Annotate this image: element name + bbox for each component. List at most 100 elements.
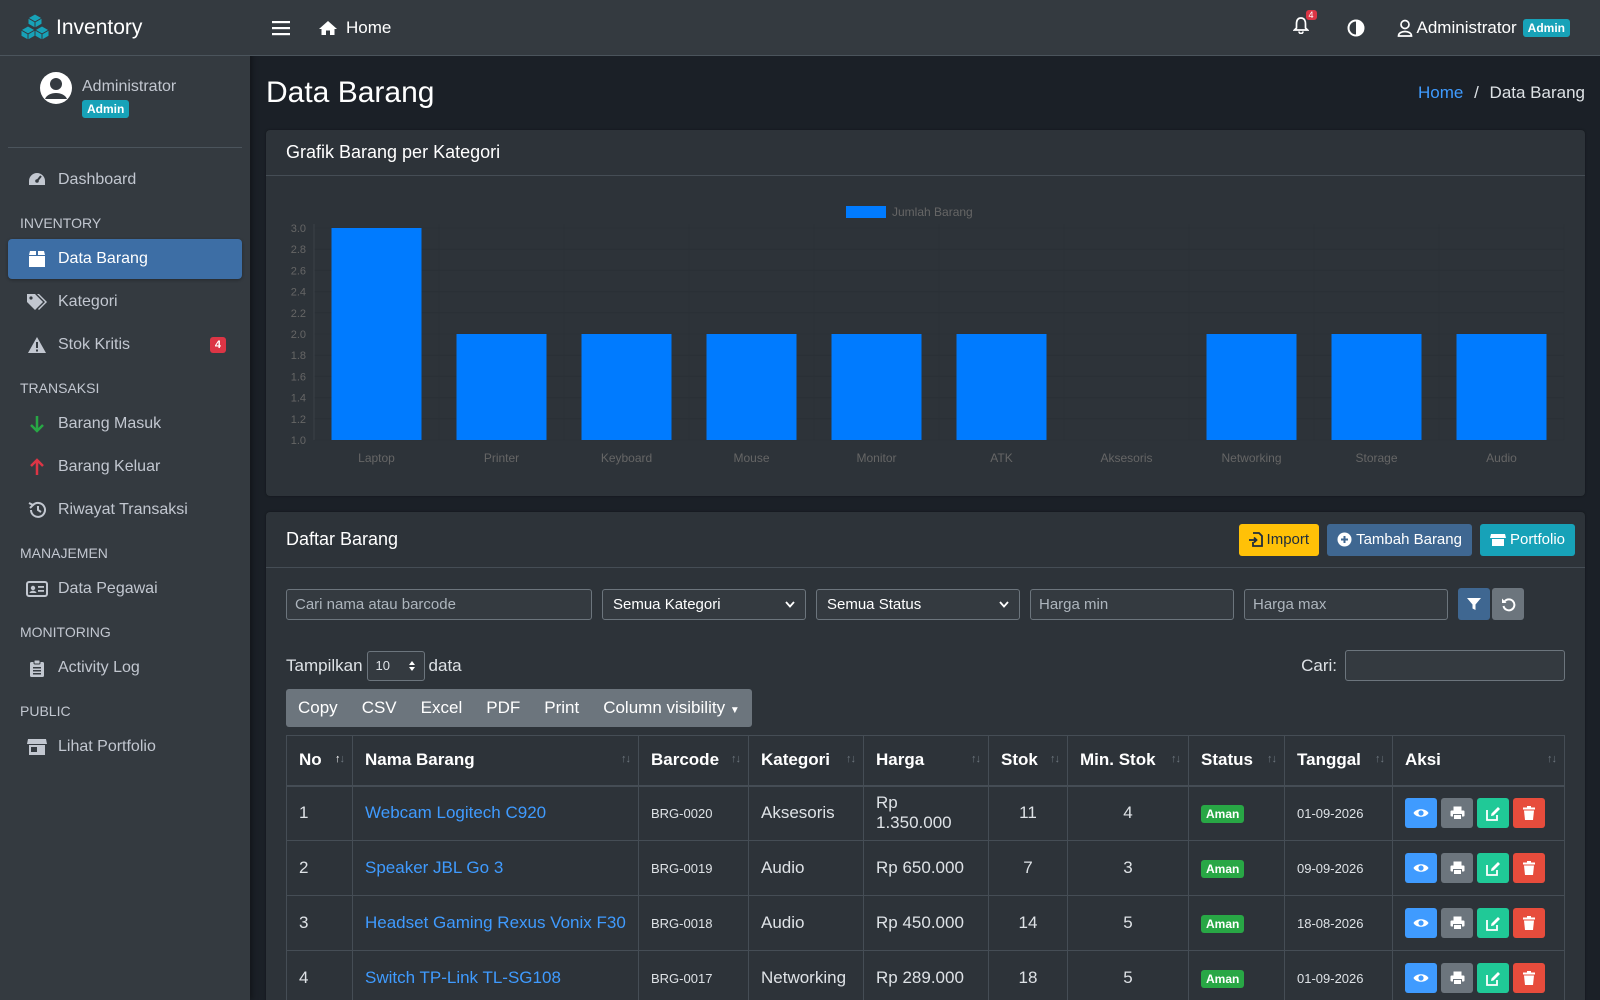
col-header-harga[interactable]: Harga ↑↓ <box>863 735 989 787</box>
item-name-link[interactable]: Switch TP-Link TL-SG108 <box>352 950 639 1000</box>
reset-filter-button[interactable] <box>1492 588 1524 620</box>
id-card-icon <box>26 580 48 598</box>
user-icon <box>1397 19 1412 37</box>
store-icon <box>26 738 48 756</box>
view-button[interactable] <box>1405 963 1437 993</box>
sidebar-item-riwayat-transaksi[interactable]: Riwayat Transaksi <box>8 490 242 530</box>
delete-button[interactable] <box>1513 908 1545 938</box>
item-name-link[interactable]: Webcam Logitech C920 <box>352 785 639 841</box>
item-name-link[interactable]: Headset Gaming Rexus Vonix F30 <box>352 895 639 951</box>
notification-bell[interactable]: 4 <box>1291 10 1317 39</box>
portfolio-button[interactable]: Portfolio <box>1479 523 1575 556</box>
edit-button[interactable] <box>1477 908 1509 938</box>
y-tick-label: 2.6 <box>291 265 306 277</box>
notification-count: 4 <box>1305 10 1317 20</box>
pdf-button[interactable]: PDF <box>474 698 532 718</box>
item-name-link[interactable]: Speaker JBL Go 3 <box>352 840 639 896</box>
x-tick-label: Aksesoris <box>1100 451 1152 465</box>
sidebar-item-activity-log[interactable]: Activity Log <box>8 648 242 688</box>
copy-button[interactable]: Copy <box>286 698 350 718</box>
delete-button[interactable] <box>1513 853 1545 883</box>
col-header-aksi[interactable]: Aksi ↑↓ <box>1392 735 1565 787</box>
sidebar-item-data-barang[interactable]: Data Barang <box>8 239 242 279</box>
edit-button[interactable] <box>1477 963 1509 993</box>
theme-toggle-icon[interactable] <box>1347 19 1365 37</box>
edit-button[interactable] <box>1477 798 1509 829</box>
topbar-user-menu[interactable]: Administrator Admin <box>1397 18 1570 38</box>
view-button[interactable] <box>1405 798 1437 829</box>
col-header-status[interactable]: Status ↑↓ <box>1188 735 1285 787</box>
csv-button[interactable]: CSV <box>350 698 409 718</box>
delete-button[interactable] <box>1513 798 1545 829</box>
table-search: Cari: <box>1301 650 1565 681</box>
items-table: No ↑↓ Nama Barang ↑↓ Barcode ↑↓ Kategori ↑↓ … <box>286 735 1565 1000</box>
col-header-barcode[interactable]: Barcode ↑↓ <box>638 735 749 787</box>
sidebar-item-kategori[interactable]: Kategori <box>8 282 242 322</box>
col-header-label: Aksi <box>1405 750 1441 770</box>
brand-link[interactable]: Inventory <box>0 0 250 56</box>
col-header-label: Harga <box>876 750 925 770</box>
col-header-min-stok[interactable]: Min. Stok ↑↓ <box>1067 735 1189 787</box>
view-button[interactable] <box>1405 908 1437 938</box>
column-visibility-button[interactable]: Column visibility ▼ <box>591 698 752 718</box>
filter-bar: Cari nama atau barcode Semua Kategori Se… <box>266 568 1585 620</box>
chart-body: Jumlah Barang 3.0 2.8 2.6 2.4 2.2 2.0 1.8 1.6 1.4… <box>266 176 1585 496</box>
sidebar-item-data-pegawai[interactable]: Data Pegawai <box>8 569 242 609</box>
sidebar-item-barang-masuk[interactable]: Barang Masuk <box>8 404 242 444</box>
cell-barcode: BRG-0019 <box>638 840 749 896</box>
column-visibility-label: Column visibility <box>603 698 726 717</box>
table-search-input[interactable] <box>1345 650 1565 681</box>
sidebar-item-dashboard[interactable]: Dashboard <box>8 160 242 200</box>
col-header-no[interactable]: No ↑↓ <box>286 735 353 787</box>
breadcrumb-home-link[interactable]: Home <box>1418 83 1463 102</box>
cell-aksi <box>1392 895 1565 951</box>
page-length-select[interactable]: 10 <box>366 650 425 681</box>
y-tick-label: 2.8 <box>291 244 306 256</box>
trash-icon <box>1523 971 1535 985</box>
sort-icon: ↑↓ <box>1050 753 1060 765</box>
delete-button[interactable] <box>1513 963 1545 993</box>
view-button[interactable] <box>1405 853 1437 883</box>
col-header-tanggal[interactable]: Tanggal ↑↓ <box>1284 735 1393 787</box>
print-button[interactable]: Print <box>532 698 591 718</box>
import-button[interactable]: Import <box>1238 523 1320 556</box>
print-label-button[interactable] <box>1441 908 1473 938</box>
print-label-button[interactable] <box>1441 798 1473 829</box>
search-name-barcode-input[interactable]: Cari nama atau barcode <box>286 588 592 620</box>
sidebar-item-lihat-portfolio[interactable]: Lihat Portfolio <box>8 727 242 767</box>
harga-min-input[interactable]: Harga min <box>1030 588 1234 620</box>
print-label-button[interactable] <box>1441 853 1473 883</box>
kategori-select[interactable]: Semua Kategori <box>602 588 806 620</box>
cell-barcode: BRG-0017 <box>638 950 749 1000</box>
cell-aksi <box>1392 840 1565 896</box>
chart-card-title: Grafik Barang per Kategori <box>266 130 1585 176</box>
user-panel[interactable]: Administrator Admin <box>8 56 242 148</box>
sidebar-item-stok-kritis[interactable]: Stok Kritis 4 <box>8 325 242 365</box>
add-item-button-label: Tambah Barang <box>1356 531 1462 548</box>
trash-icon <box>1523 806 1535 821</box>
status-select[interactable]: Semua Status <box>816 588 1020 620</box>
col-header-label: Kategori <box>761 750 830 770</box>
portfolio-button-label: Portfolio <box>1509 531 1565 548</box>
arrow-down-icon <box>26 415 48 433</box>
sidebar-item-barang-keluar[interactable]: Barang Keluar <box>8 447 242 487</box>
col-header-label: Status <box>1201 750 1253 770</box>
chart-card: Grafik Barang per Kategori Jumlah Barang… <box>266 130 1585 496</box>
filter-button[interactable] <box>1458 588 1490 620</box>
topbar-home-link[interactable]: Home <box>318 18 391 38</box>
add-item-button[interactable]: Tambah Barang <box>1327 523 1472 556</box>
col-header-stok[interactable]: Stok ↑↓ <box>988 735 1068 787</box>
col-header-kategori[interactable]: Kategori ↑↓ <box>748 735 864 787</box>
excel-button[interactable]: Excel <box>409 698 475 718</box>
harga-min-placeholder: Harga min <box>1039 595 1109 613</box>
bar <box>331 228 422 440</box>
print-label-button[interactable] <box>1441 963 1473 993</box>
edit-button[interactable] <box>1477 853 1509 883</box>
y-tick-label: 3.0 <box>291 223 306 235</box>
breadcrumb-current: Data Barang <box>1489 83 1585 102</box>
harga-max-input[interactable]: Harga max <box>1244 588 1448 620</box>
y-tick-label: 1.4 <box>291 393 306 405</box>
col-header-nama[interactable]: Nama Barang ↑↓ <box>352 735 639 787</box>
cell-aksi <box>1392 785 1565 841</box>
hamburger-menu-icon[interactable] <box>272 20 290 36</box>
